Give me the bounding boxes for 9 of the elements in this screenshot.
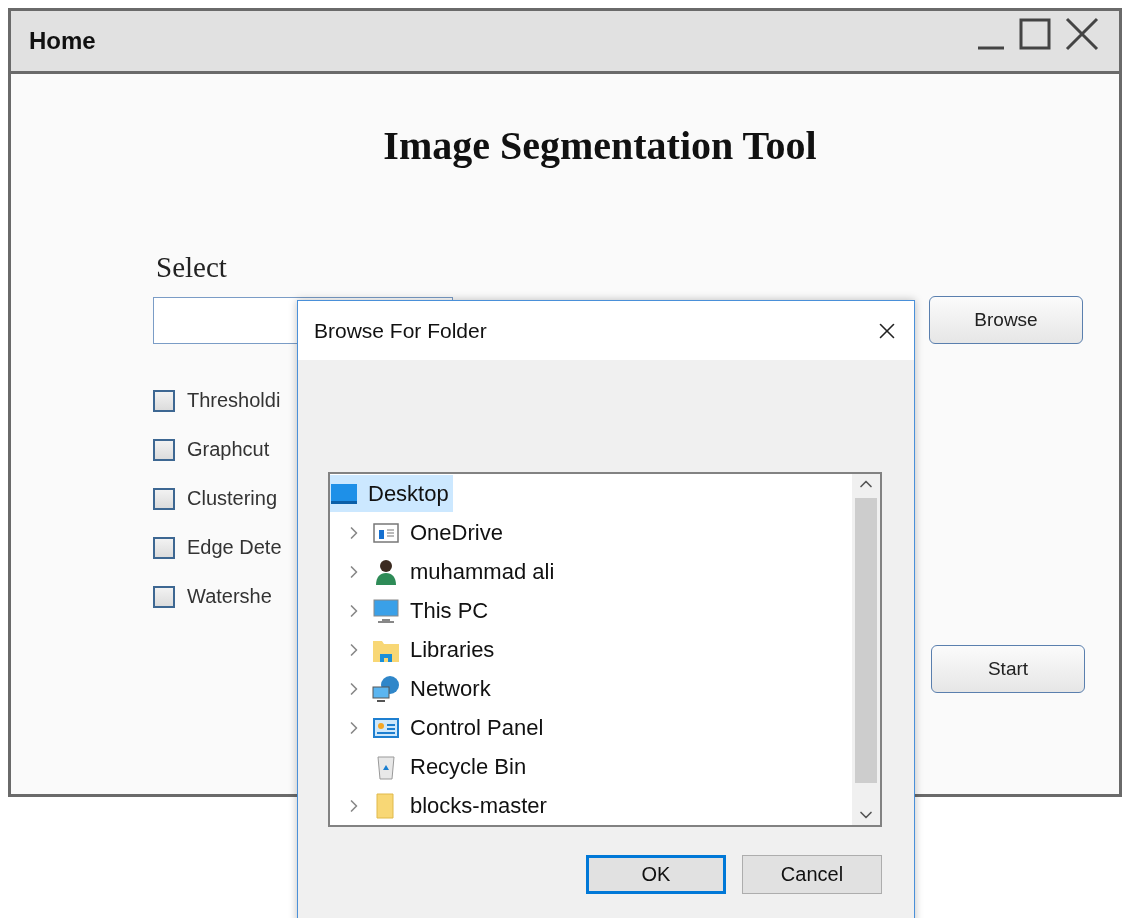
select-label: Select [156, 251, 228, 284]
checkbox-label: Watershe [187, 585, 272, 608]
checkbox-label: Edge Dete [187, 536, 282, 559]
checkbox-label: Graphcut [187, 438, 270, 461]
checkbox-label: Thresholdi [187, 389, 281, 412]
dialog-title: Browse For Folder [314, 318, 487, 343]
checkbox-label: Clustering [187, 487, 278, 510]
window-title: Home [29, 27, 96, 55]
app-heading: Image Segmentation Tool [382, 122, 818, 169]
